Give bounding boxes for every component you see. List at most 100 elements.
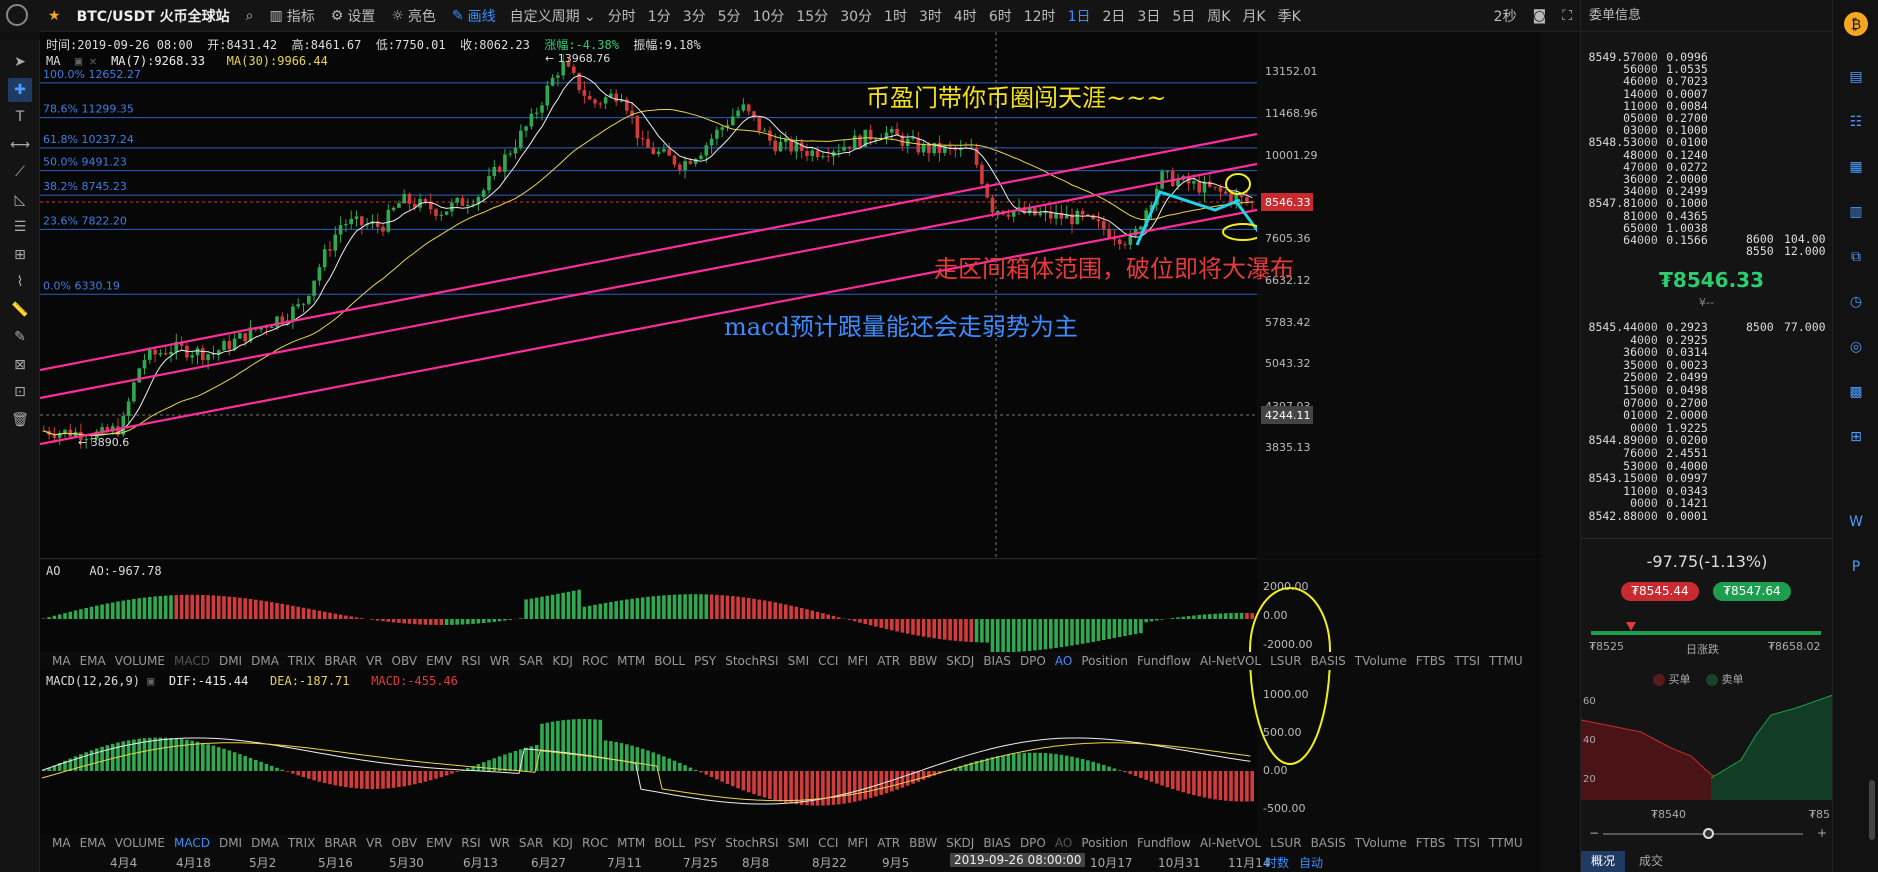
- indicator-ftbs[interactable]: FTBS: [1416, 836, 1446, 850]
- scrollbar[interactable]: [1869, 780, 1875, 840]
- search-icon[interactable]: ⌕: [238, 8, 262, 24]
- period-8[interactable]: 1时: [878, 6, 913, 26]
- pro-icon[interactable]: P: [1844, 555, 1868, 579]
- indicator-ai-netvol[interactable]: AI-NetVOL: [1200, 836, 1261, 850]
- annotation-title[interactable]: 币盈门带你币圈闯天涯~~~: [866, 84, 1166, 112]
- layers-icon[interactable]: ⧉: [1844, 245, 1868, 269]
- period-3[interactable]: 3分: [677, 6, 712, 26]
- period-1[interactable]: 分时: [602, 6, 642, 26]
- period-19[interactable]: 季K: [1272, 6, 1307, 26]
- indicator-roc[interactable]: ROC: [582, 654, 608, 668]
- indicator-dpo[interactable]: DPO: [1020, 836, 1046, 850]
- indicator-mtm[interactable]: MTM: [617, 836, 645, 850]
- indicator-ai-netvol[interactable]: AI-NetVOL: [1200, 654, 1261, 668]
- indicator-ttsi[interactable]: TTSI: [1454, 836, 1480, 850]
- settings-small-icon[interactable]: ▣: [75, 54, 82, 68]
- indicator-mfi[interactable]: MFI: [847, 836, 868, 850]
- close-small-icon[interactable]: ✕: [89, 54, 96, 68]
- indicator-boll[interactable]: BOLL: [654, 836, 685, 850]
- period-0[interactable]: 自定义周期 ⌄: [504, 6, 602, 26]
- indicator-vr[interactable]: VR: [366, 836, 383, 850]
- period-14[interactable]: 2日: [1096, 6, 1131, 26]
- indicator-stochrsi[interactable]: StochRSI: [725, 654, 778, 668]
- zoom-handle[interactable]: [1703, 828, 1714, 839]
- toolbar-light[interactable]: ☼ 亮色: [383, 6, 444, 26]
- ask-row[interactable]: 64000 0.1566: [1585, 233, 1708, 247]
- indicator-psy[interactable]: PSY: [694, 836, 716, 850]
- indicator-ma[interactable]: MA: [52, 654, 71, 668]
- indicator-ma[interactable]: MA: [52, 836, 71, 850]
- magnet-icon[interactable]: ⊡: [8, 380, 32, 404]
- indicator-ema[interactable]: EMA: [80, 654, 106, 668]
- calc-icon[interactable]: ⊞: [1844, 425, 1868, 449]
- period-2[interactable]: 1分: [642, 6, 677, 26]
- indicator-ao[interactable]: AO: [1055, 836, 1072, 850]
- indicator-dma[interactable]: DMA: [251, 836, 279, 850]
- list-icon[interactable]: ☷: [1844, 110, 1868, 134]
- annotation-range[interactable]: 走区间箱体范围，破位即将大瀑布: [934, 255, 1294, 283]
- indicator-ema[interactable]: EMA: [80, 836, 106, 850]
- indicator-position[interactable]: Position: [1081, 654, 1128, 668]
- indicator-rsi[interactable]: RSI: [461, 836, 481, 850]
- period-13[interactable]: 1日: [1062, 6, 1097, 26]
- highlight-ellipse-0[interactable]: [1225, 173, 1251, 195]
- indicator-lsur[interactable]: LSUR: [1270, 836, 1301, 850]
- bitcoin-icon[interactable]: ₿: [1844, 12, 1868, 36]
- best-ask-button[interactable]: ₮8547.64: [1713, 582, 1791, 601]
- indicator-ftbs[interactable]: FTBS: [1416, 654, 1446, 668]
- period-9[interactable]: 3时: [913, 6, 948, 26]
- annotation-macd[interactable]: macd预计跟量能还会走弱势为主: [724, 313, 1078, 341]
- indicator-dma[interactable]: DMA: [251, 654, 279, 668]
- indicator-skdj[interactable]: SKDJ: [946, 836, 974, 850]
- indicator-basis[interactable]: BASIS: [1311, 654, 1346, 668]
- indicator-tvolume[interactable]: TVolume: [1355, 654, 1407, 668]
- indicator-position[interactable]: Position: [1081, 836, 1128, 850]
- auto-scale-button[interactable]: 自动: [1299, 854, 1323, 871]
- zoom-in-icon[interactable]: +: [1817, 826, 1827, 840]
- indicator-cci[interactable]: CCI: [818, 836, 838, 850]
- period-5[interactable]: 10分: [747, 6, 791, 26]
- tab-overview[interactable]: 概况: [1581, 851, 1625, 872]
- symbol-title[interactable]: BTC/USDT 火币全球站: [69, 6, 238, 26]
- indicator-basis[interactable]: BASIS: [1311, 836, 1346, 850]
- compass-icon[interactable]: ◎: [1844, 335, 1868, 359]
- indicator-wr[interactable]: WR: [490, 836, 510, 850]
- indicator-macd[interactable]: MACD: [174, 836, 210, 850]
- indicator-kdj[interactable]: KDJ: [552, 836, 573, 850]
- period-17[interactable]: 周K: [1201, 6, 1236, 26]
- indicator-emv[interactable]: EMV: [426, 836, 452, 850]
- period-10[interactable]: 4时: [948, 6, 983, 26]
- ao-pane[interactable]: 2000.00 0.00 -2000.00 AO AO:-967.78: [40, 560, 1540, 713]
- indicator-wr[interactable]: WR: [490, 654, 510, 668]
- refresh-rate[interactable]: 2秒: [1486, 6, 1525, 26]
- settings-small-icon[interactable]: ▣: [147, 674, 154, 688]
- ray-icon[interactable]: ⟋: [8, 160, 32, 184]
- indicator-stochrsi[interactable]: StochRSI: [725, 836, 778, 850]
- indicator-dmi[interactable]: DMI: [219, 654, 242, 668]
- period-4[interactable]: 5分: [712, 6, 747, 26]
- indicator-boll[interactable]: BOLL: [654, 654, 685, 668]
- w-icon[interactable]: W: [1844, 510, 1868, 534]
- parallel-icon[interactable]: ☰: [8, 215, 32, 239]
- indicator-roc[interactable]: ROC: [582, 836, 608, 850]
- indicator-tvolume[interactable]: TVolume: [1355, 836, 1407, 850]
- text-icon[interactable]: T: [8, 105, 32, 129]
- indicator-psy[interactable]: PSY: [694, 654, 716, 668]
- indicator-kdj[interactable]: KDJ: [552, 654, 573, 668]
- indicator-atr[interactable]: ATR: [877, 654, 900, 668]
- period-12[interactable]: 12时: [1018, 6, 1062, 26]
- wave-icon[interactable]: ⌇: [8, 270, 32, 294]
- indicator-ttmu[interactable]: TTMU: [1489, 836, 1523, 850]
- indicator-emv[interactable]: EMV: [426, 654, 452, 668]
- indicator-smi[interactable]: SMI: [788, 654, 810, 668]
- indicator-fundflow[interactable]: Fundflow: [1137, 654, 1191, 668]
- indicator-macd[interactable]: MACD: [174, 654, 210, 668]
- zigzag-line[interactable]: [1135, 190, 1241, 246]
- toolbar-settings[interactable]: ⚙ 设置: [323, 6, 384, 26]
- indicator-rsi[interactable]: RSI: [461, 654, 481, 668]
- period-18[interactable]: 月K: [1236, 6, 1271, 26]
- ruler-icon[interactable]: 📏: [8, 298, 32, 322]
- indicator-obv[interactable]: OBV: [392, 654, 418, 668]
- indicator-bias[interactable]: BIAS: [983, 836, 1011, 850]
- grid-icon[interactable]: ▩: [1844, 380, 1868, 404]
